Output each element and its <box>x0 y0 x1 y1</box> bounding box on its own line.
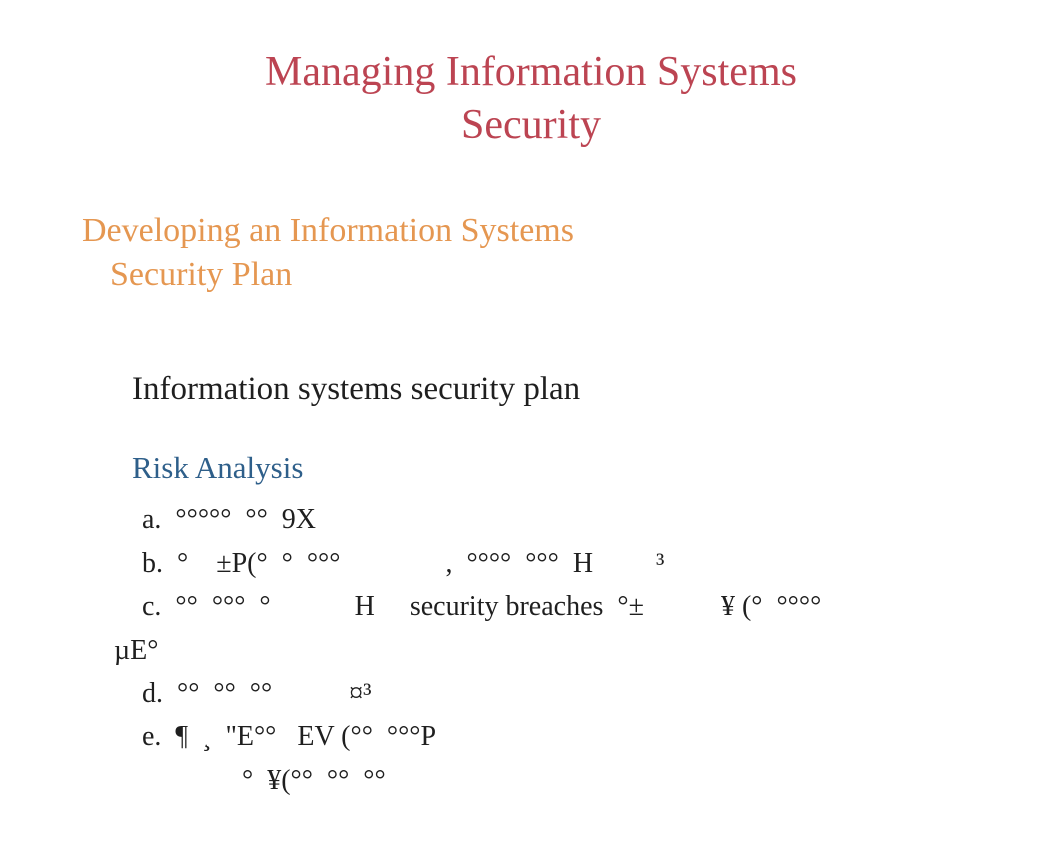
list-item: c. °° °°° ° H security breaches °± ¥ (° … <box>142 585 1062 628</box>
risk-analysis-list: a. °°°°° °° 9X b. ° ±P(° ° °°° , °°°° °°… <box>142 498 1062 802</box>
subtitle-line-1: Developing an Information Systems <box>82 212 574 249</box>
list-item: b. ° ±P(° ° °°° , °°°° °°° H ³ <box>142 542 1062 585</box>
list-item: e. ¶ ¸ "E°° EV (°° °°°P <box>142 715 1062 758</box>
subtitle-line-2: Security Plan <box>110 253 1062 297</box>
title-line-2: Security <box>461 102 601 148</box>
risk-analysis-heading: Risk Analysis <box>132 450 1062 486</box>
slide-title: Managing Information Systems Security <box>0 46 1062 151</box>
title-line-1: Managing Information Systems <box>265 49 797 95</box>
list-item-wrap: ° ¥(°° °° °° <box>242 759 1062 802</box>
list-item: a. °°°°° °° 9X <box>142 498 1062 541</box>
body-heading: Information systems security plan <box>132 371 1062 408</box>
slide-subtitle: Developing an Information Systems Securi… <box>82 209 1062 297</box>
list-item: d. °° °° °° ¤³ <box>142 672 1062 715</box>
list-item-wrap: µE° <box>114 629 1062 672</box>
